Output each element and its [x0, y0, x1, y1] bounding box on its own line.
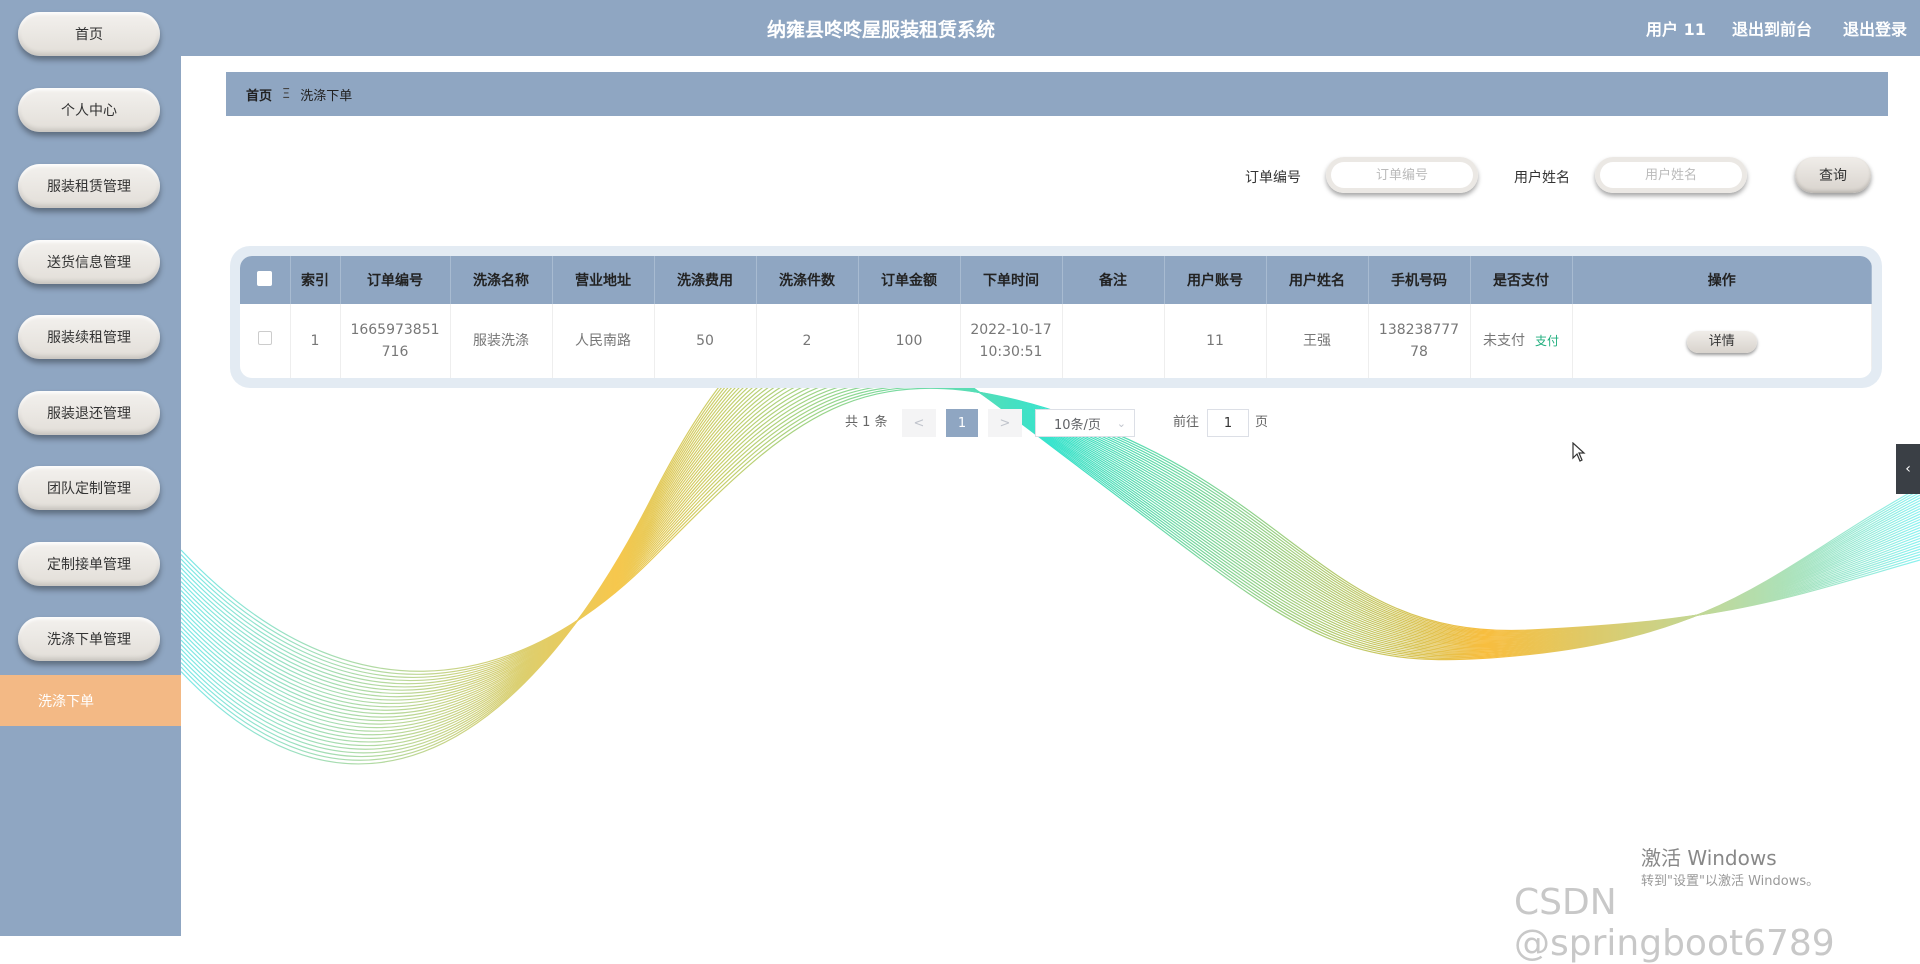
cell-paid-status: 未支付 支付 — [1470, 304, 1573, 378]
sidebar-item-wash-order-management[interactable]: 洗涤下单管理 — [18, 617, 160, 661]
cell-index: 1 — [290, 304, 341, 378]
user-name-label: 用户姓名 — [1514, 170, 1570, 186]
pagination-next-button[interactable]: > — [988, 409, 1022, 437]
table-header-row: 索引 订单编号 洗涤名称 营业地址 洗涤费用 洗涤件数 订单金额 下单时间 备注… — [240, 256, 1872, 304]
data-table-container: 索引 订单编号 洗涤名称 营业地址 洗涤费用 洗涤件数 订单金额 下单时间 备注… — [230, 246, 1882, 388]
cell-wash-name: 服装洗涤 — [450, 304, 553, 378]
sidebar-item-home[interactable]: 首页 — [18, 12, 160, 56]
table-row: 1 1665973851 716 服装洗涤 人民南路 50 2 100 2022-… — [240, 304, 1872, 378]
cell-order-time: 2022-10-17 10:30:51 — [960, 304, 1063, 378]
query-button[interactable]: 查询 — [1795, 157, 1871, 193]
column-header[interactable]: 订单金额 — [858, 256, 961, 304]
breadcrumb-separator: Ξ — [282, 86, 291, 102]
column-header[interactable]: 手机号码 — [1368, 256, 1471, 304]
exit-to-front-link[interactable]: 退出到前台 — [1732, 16, 1812, 40]
column-header[interactable]: 下单时间 — [960, 256, 1063, 304]
column-header[interactable]: 是否支付 — [1470, 256, 1573, 304]
column-header[interactable]: 备注 — [1062, 256, 1165, 304]
column-header[interactable]: 索引 — [290, 256, 341, 304]
cell-order-no: 1665973851 716 — [340, 304, 451, 378]
app-title: 纳雍县咚咚屋服装租赁系统 — [766, 18, 995, 41]
cell-wash-fee: 50 — [654, 304, 757, 378]
sidebar-item-renewal-management[interactable]: 服装续租管理 — [18, 315, 160, 359]
row-checkbox[interactable] — [257, 331, 272, 345]
pagination-prev-button[interactable]: < — [902, 409, 936, 437]
mouse-cursor-icon — [1572, 442, 1586, 462]
wash-order-table: 索引 订单编号 洗涤名称 营业地址 洗涤费用 洗涤件数 订单金额 下单时间 备注… — [240, 256, 1872, 378]
column-header[interactable]: 洗涤名称 — [450, 256, 553, 304]
page-size-value: 10条/页 — [1054, 417, 1101, 433]
order-time: 10:30:51 — [979, 344, 1043, 360]
select-all-cell — [240, 256, 291, 304]
cell-actions: 详情 — [1572, 304, 1872, 378]
cell-address: 人民南路 — [552, 304, 655, 378]
pagination-page-1[interactable]: 1 — [946, 409, 978, 437]
pagination-total: 共 1 条 — [845, 415, 888, 430]
current-user-label[interactable]: 用户 11 — [1646, 16, 1706, 40]
phone-line-1: 138238777 — [1378, 322, 1460, 338]
breadcrumb-current: 洗涤下单 — [300, 88, 353, 104]
sidebar-item-team-custom-management[interactable]: 团队定制管理 — [18, 466, 160, 510]
cell-user-name: 王强 — [1266, 304, 1369, 378]
top-header: 纳雍县咚咚屋服装租赁系统 用户 11 退出到前台 退出登录 — [181, 0, 1920, 56]
sidebar-subitem-wash-order[interactable]: 洗涤下单 — [0, 675, 181, 726]
order-no-input[interactable] — [1326, 157, 1478, 193]
page-size-select[interactable]: 10条/页 ⌄ — [1035, 409, 1135, 437]
chevron-left-icon: ‹ — [1905, 461, 1911, 477]
cell-phone: 138238777 78 — [1368, 304, 1471, 378]
sidebar: 首页 个人中心 服装租赁管理 送货信息管理 服装续租管理 服装退还管理 团队定制… — [0, 0, 181, 936]
column-header[interactable]: 洗涤费用 — [654, 256, 757, 304]
order-no-line-2: 716 — [381, 344, 409, 360]
column-header[interactable]: 洗涤件数 — [756, 256, 859, 304]
collapse-toggle-button[interactable]: ‹ — [1896, 444, 1920, 494]
order-date: 2022-10-17 — [970, 322, 1052, 338]
order-no-label: 订单编号 — [1245, 170, 1301, 186]
paid-status-text: 未支付 — [1482, 333, 1525, 349]
order-no-line-1: 1665973851 — [350, 322, 440, 338]
phone-line-2: 78 — [1410, 344, 1428, 360]
cell-wash-count: 2 — [756, 304, 859, 378]
sidebar-item-personal-center[interactable]: 个人中心 — [18, 88, 160, 132]
sidebar-item-delivery-management[interactable]: 送货信息管理 — [18, 240, 160, 284]
cell-remark — [1062, 304, 1165, 378]
column-header[interactable]: 订单编号 — [340, 256, 451, 304]
cell-order-amount: 100 — [858, 304, 961, 378]
logout-link[interactable]: 退出登录 — [1843, 16, 1907, 40]
sidebar-item-custom-order-management[interactable]: 定制接单管理 — [18, 542, 160, 586]
detail-button[interactable]: 详情 — [1686, 330, 1757, 353]
cell-account: 11 — [1164, 304, 1267, 378]
breadcrumb: 首页 Ξ 洗涤下单 — [226, 72, 1888, 116]
column-header[interactable]: 营业地址 — [552, 256, 655, 304]
column-header[interactable]: 用户姓名 — [1266, 256, 1369, 304]
sidebar-item-return-management[interactable]: 服装退还管理 — [18, 391, 160, 435]
goto-page-input[interactable]: 1 — [1207, 409, 1249, 437]
csdn-watermark: CSDN @springboot6789 — [1514, 882, 1835, 964]
breadcrumb-home[interactable]: 首页 — [246, 85, 272, 104]
page-unit-label: 页 — [1255, 415, 1269, 430]
pay-link[interactable]: 支付 — [1535, 334, 1559, 348]
column-header[interactable]: 用户账号 — [1164, 256, 1267, 304]
select-all-checkbox[interactable] — [257, 270, 273, 286]
goto-label: 前往 — [1173, 415, 1200, 430]
column-header: 操作 — [1572, 256, 1872, 304]
user-name-input[interactable] — [1595, 157, 1747, 193]
chevron-down-icon: ⌄ — [1116, 416, 1126, 430]
windows-activation-title: 激活 Windows — [1641, 846, 1777, 870]
sidebar-item-rental-management[interactable]: 服装租赁管理 — [18, 164, 160, 208]
